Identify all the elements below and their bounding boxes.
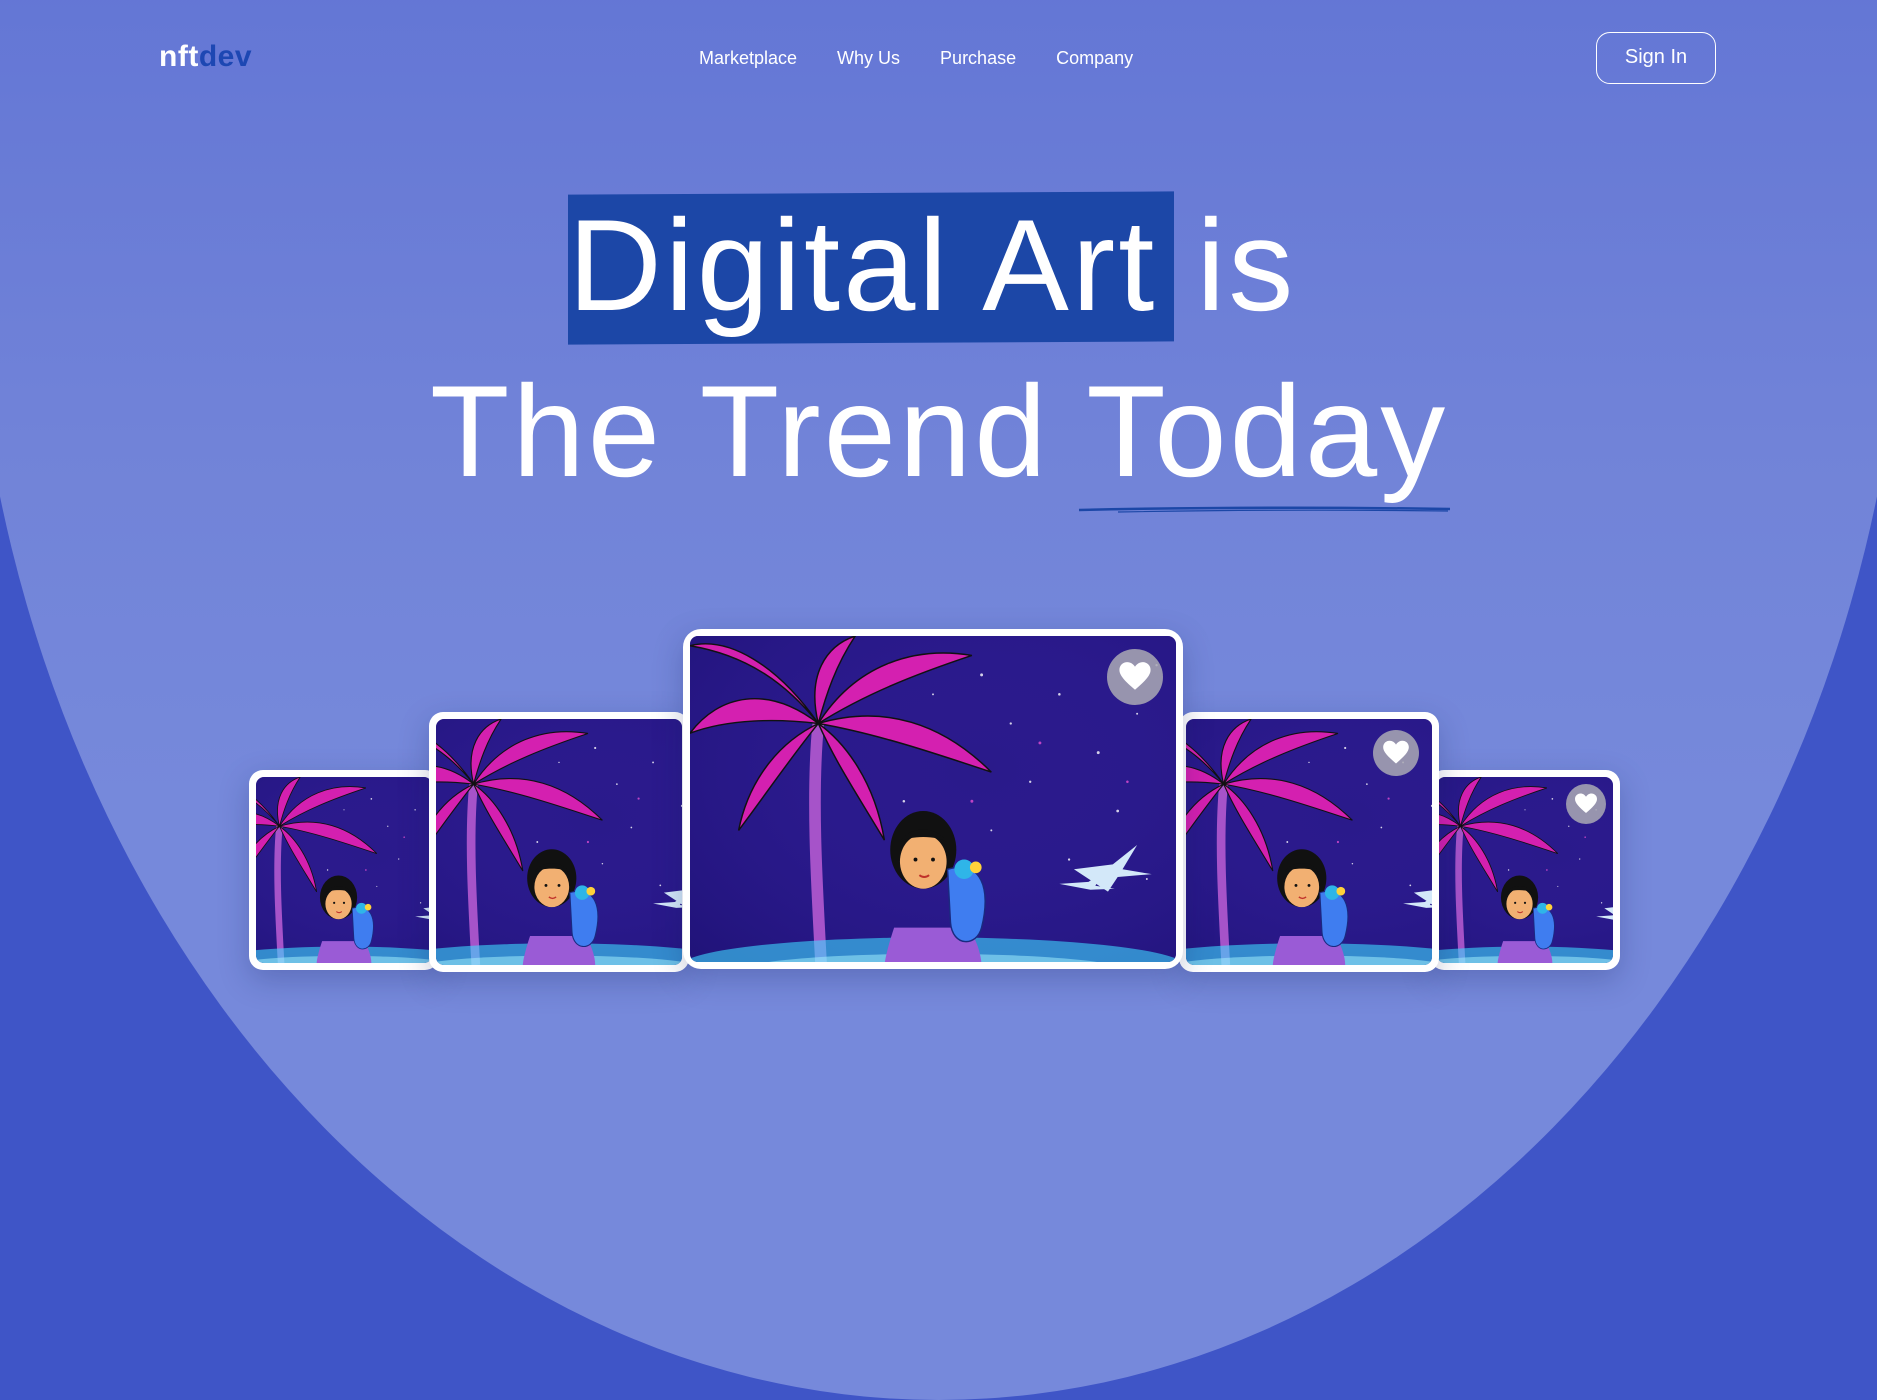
artwork-image <box>436 719 682 965</box>
card-far-left[interactable] <box>249 770 439 970</box>
sign-in-button[interactable]: Sign In <box>1596 32 1716 84</box>
top-navigation: nftdev Marketplace Why Us Purchase Compa… <box>0 0 1877 120</box>
card-left[interactable] <box>429 712 689 972</box>
nav-link-company[interactable]: Company <box>1056 48 1133 69</box>
nav-link-marketplace[interactable]: Marketplace <box>699 48 797 69</box>
nav-link-purchase[interactable]: Purchase <box>940 48 1016 69</box>
main-menu: Marketplace Why Us Purchase Company <box>699 48 1133 69</box>
heart-icon[interactable] <box>1566 784 1606 824</box>
card-far-right[interactable] <box>1430 770 1620 970</box>
card-center[interactable] <box>683 629 1183 969</box>
artwork-image <box>256 777 432 963</box>
headline-underlined-word: Today <box>1086 358 1449 504</box>
heart-icon[interactable] <box>1373 730 1419 776</box>
headline-line1-rest: is <box>1157 192 1297 338</box>
card-right[interactable] <box>1179 712 1439 972</box>
nav-link-why-us[interactable]: Why Us <box>837 48 900 69</box>
logo[interactable]: nftdev <box>159 40 252 74</box>
headline-line-1: Digital Art is <box>568 190 1296 340</box>
headline-highlight-text: Digital Art <box>568 192 1158 338</box>
headline-line-2: The Trend Today <box>430 356 1448 506</box>
logo-part-dev: dev <box>198 40 253 73</box>
headline-line2-text: The Trend <box>430 358 1087 504</box>
logo-part-nft: nft <box>159 40 199 73</box>
headline-underline <box>1078 506 1451 513</box>
artwork-image <box>690 636 1176 962</box>
heart-icon[interactable] <box>1107 649 1163 705</box>
